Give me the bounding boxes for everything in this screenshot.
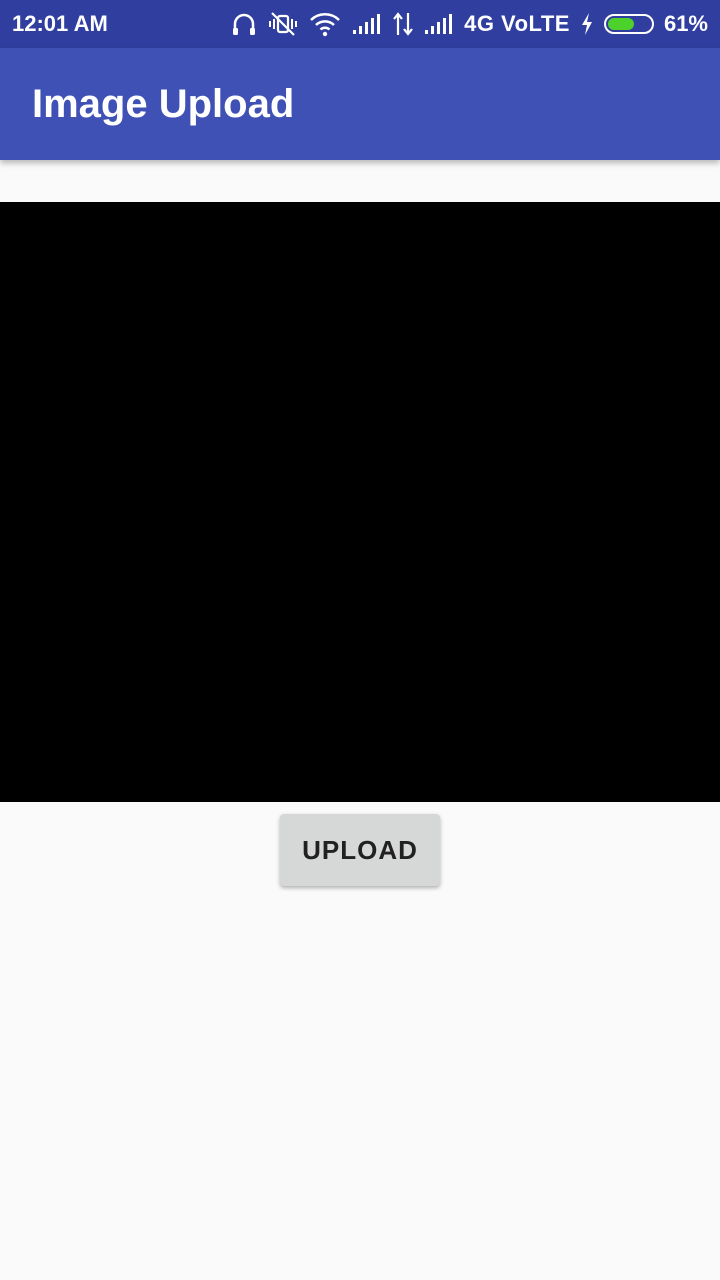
app-bar: Image Upload xyxy=(0,48,720,160)
status-time: 12:01 AM xyxy=(12,11,108,36)
signal-icon xyxy=(424,12,454,36)
signal-icon xyxy=(352,12,382,36)
app-title: Image Upload xyxy=(32,81,295,126)
battery-icon xyxy=(603,14,654,34)
status-bar: 12:01 AM 4G VoLTE 61% xyxy=(0,0,720,48)
vibrate-off-icon xyxy=(268,10,298,38)
network-type-label: 4G VoLTE xyxy=(464,11,570,36)
data-arrows-icon xyxy=(392,11,414,37)
status-icons: 4G VoLTE 61% xyxy=(230,10,708,38)
charging-icon xyxy=(580,12,594,36)
headset-icon xyxy=(230,10,258,38)
battery-percent: 61% xyxy=(663,11,708,36)
image-preview xyxy=(0,202,720,802)
upload-button[interactable]: UPLOAD xyxy=(280,814,440,886)
wifi-icon xyxy=(308,10,342,38)
battery-level-fill xyxy=(607,18,634,30)
